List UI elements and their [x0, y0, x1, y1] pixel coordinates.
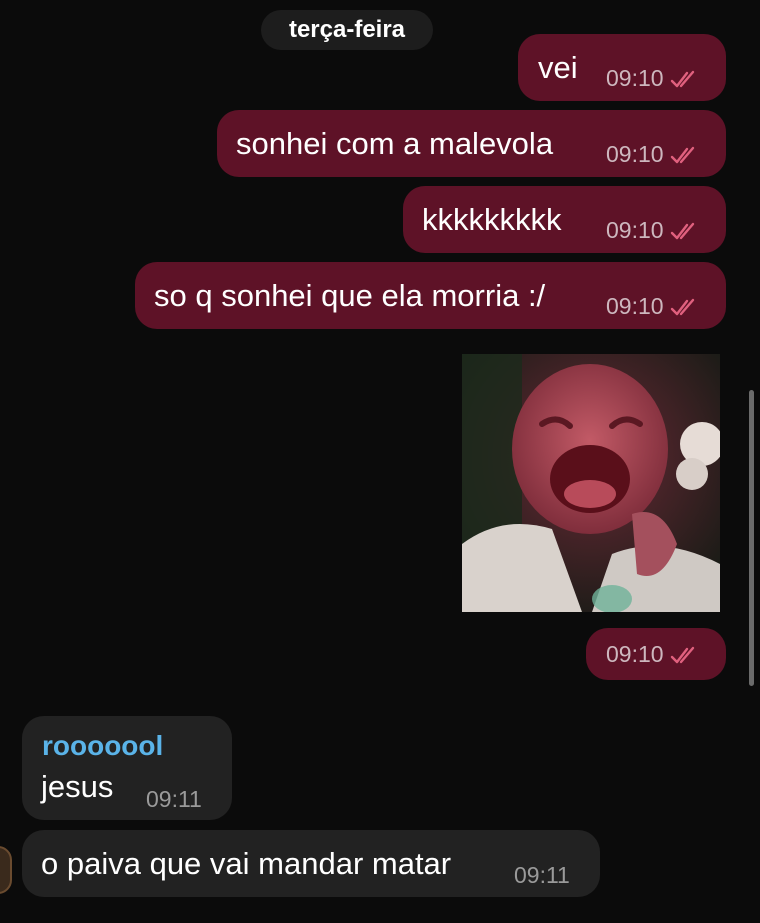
- read-ticks-icon: [670, 646, 694, 663]
- message-meta: 09:10: [606, 217, 702, 244]
- outgoing-message[interactable]: sonhei com a malevola 09:10: [217, 110, 726, 177]
- outgoing-message[interactable]: so q sonhei que ela morria :/ 09:10: [135, 262, 726, 329]
- avatar[interactable]: [0, 846, 12, 894]
- crying-baby-image[interactable]: [462, 354, 720, 612]
- incoming-message[interactable]: o paiva que vai mandar matar 09:11: [22, 830, 600, 897]
- message-text: o paiva que vai mandar matar: [41, 846, 452, 881]
- message-time: 09:10: [606, 65, 664, 91]
- message-meta: 09:11: [514, 862, 570, 889]
- incoming-message[interactable]: rooooool jesus 09:11: [22, 716, 232, 820]
- message-text: jesus: [41, 769, 114, 804]
- message-meta: 09:10: [606, 65, 702, 92]
- sender-name[interactable]: rooooool: [42, 730, 163, 762]
- message-meta: 09:11: [146, 786, 202, 813]
- read-ticks-icon: [670, 146, 694, 163]
- message-text: sonhei com a malevola: [236, 126, 554, 161]
- crying-baby-image-art: [462, 354, 720, 612]
- message-time: 09:10: [606, 217, 664, 243]
- message-time: 09:10: [606, 641, 664, 667]
- read-ticks-icon: [670, 222, 694, 239]
- read-ticks-icon: [670, 298, 694, 315]
- read-ticks-icon: [670, 70, 694, 87]
- message-text: vei: [538, 50, 578, 85]
- message-meta: 09:10: [606, 293, 702, 320]
- message-text: kkkkkkkkk: [422, 202, 562, 237]
- date-separator: terça-feira: [261, 10, 433, 50]
- outgoing-message[interactable]: vei 09:10: [518, 34, 726, 101]
- outgoing-message[interactable]: kkkkkkkkk 09:10: [403, 186, 726, 253]
- scrollbar[interactable]: [749, 390, 754, 686]
- message-text: so q sonhei que ela morria :/: [154, 278, 546, 313]
- chat-view: terça-feira vei 09:10 sonhei com a malev…: [0, 0, 760, 923]
- message-time: 09:11: [514, 862, 570, 888]
- message-time: 09:11: [146, 786, 202, 812]
- media-timestamp: 09:10: [586, 628, 726, 680]
- message-meta: 09:10: [606, 641, 702, 668]
- message-time: 09:10: [606, 141, 664, 167]
- message-meta: 09:10: [606, 141, 702, 168]
- message-time: 09:10: [606, 293, 664, 319]
